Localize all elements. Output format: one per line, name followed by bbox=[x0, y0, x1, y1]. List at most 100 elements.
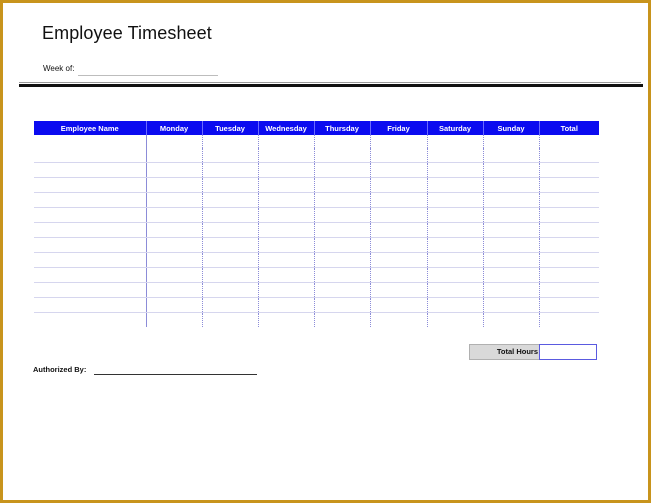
hours-cell[interactable] bbox=[483, 312, 540, 327]
employee-name-cell[interactable] bbox=[34, 177, 147, 193]
hours-cell[interactable] bbox=[370, 162, 428, 178]
hours-cell[interactable] bbox=[258, 312, 315, 327]
hours-cell[interactable] bbox=[427, 148, 484, 163]
hours-cell[interactable] bbox=[258, 148, 315, 163]
hours-cell[interactable] bbox=[202, 177, 259, 193]
hours-cell[interactable] bbox=[539, 222, 599, 238]
employee-name-cell[interactable] bbox=[34, 162, 147, 178]
hours-cell[interactable] bbox=[258, 282, 315, 298]
hours-cell[interactable] bbox=[258, 222, 315, 238]
hours-cell[interactable] bbox=[258, 297, 315, 313]
hours-cell[interactable] bbox=[146, 237, 203, 253]
hours-cell[interactable] bbox=[146, 252, 203, 268]
hours-cell[interactable] bbox=[539, 162, 599, 178]
hours-cell[interactable] bbox=[427, 297, 484, 313]
hours-cell[interactable] bbox=[146, 297, 203, 313]
hours-cell[interactable] bbox=[258, 192, 315, 208]
hours-cell[interactable] bbox=[370, 297, 428, 313]
hours-cell[interactable] bbox=[258, 207, 315, 223]
hours-cell[interactable] bbox=[427, 312, 484, 327]
hours-cell[interactable] bbox=[314, 267, 371, 283]
hours-cell[interactable] bbox=[539, 313, 599, 328]
hours-cell[interactable] bbox=[314, 192, 371, 208]
hours-cell[interactable] bbox=[146, 192, 203, 208]
hours-cell[interactable] bbox=[370, 312, 428, 327]
hours-cell[interactable] bbox=[314, 162, 371, 178]
hours-cell[interactable] bbox=[483, 282, 540, 298]
hours-cell[interactable] bbox=[427, 177, 484, 193]
hours-cell[interactable] bbox=[370, 282, 428, 298]
hours-cell[interactable] bbox=[539, 177, 599, 193]
employee-name-cell[interactable] bbox=[34, 192, 147, 208]
hours-cell[interactable] bbox=[539, 297, 599, 313]
hours-cell[interactable] bbox=[202, 222, 259, 238]
hours-cell[interactable] bbox=[202, 207, 259, 223]
hours-cell[interactable] bbox=[427, 237, 484, 253]
hours-cell[interactable] bbox=[258, 267, 315, 283]
hours-cell[interactable] bbox=[370, 252, 428, 268]
hours-cell[interactable] bbox=[539, 192, 599, 208]
week-of-field[interactable] bbox=[78, 75, 218, 76]
hours-cell[interactable] bbox=[146, 282, 203, 298]
hours-cell[interactable] bbox=[146, 267, 203, 283]
hours-cell[interactable] bbox=[146, 312, 203, 327]
hours-cell[interactable] bbox=[427, 162, 484, 178]
hours-cell[interactable] bbox=[202, 267, 259, 283]
hours-cell[interactable] bbox=[314, 237, 371, 253]
hours-cell[interactable] bbox=[314, 252, 371, 268]
hours-cell[interactable] bbox=[483, 177, 540, 193]
employee-name-cell[interactable] bbox=[34, 148, 147, 163]
hours-cell[interactable] bbox=[314, 282, 371, 298]
hours-cell[interactable] bbox=[427, 282, 484, 298]
hours-cell[interactable] bbox=[314, 207, 371, 223]
hours-cell[interactable] bbox=[370, 177, 428, 193]
hours-cell[interactable] bbox=[314, 177, 371, 193]
hours-cell[interactable] bbox=[483, 237, 540, 253]
hours-cell[interactable] bbox=[370, 207, 428, 223]
employee-name-cell[interactable] bbox=[34, 207, 147, 223]
hours-cell[interactable] bbox=[258, 237, 315, 253]
hours-cell[interactable] bbox=[483, 162, 540, 178]
hours-cell[interactable] bbox=[427, 222, 484, 238]
hours-cell[interactable] bbox=[539, 252, 599, 268]
hours-cell[interactable] bbox=[427, 192, 484, 208]
hours-cell[interactable] bbox=[258, 177, 315, 193]
hours-cell[interactable] bbox=[314, 222, 371, 238]
hours-cell[interactable] bbox=[258, 252, 315, 268]
hours-cell[interactable] bbox=[427, 252, 484, 268]
hours-cell[interactable] bbox=[146, 222, 203, 238]
hours-cell[interactable] bbox=[314, 297, 371, 313]
hours-cell[interactable] bbox=[539, 282, 599, 298]
employee-name-cell[interactable] bbox=[34, 267, 147, 283]
hours-cell[interactable] bbox=[202, 192, 259, 208]
hours-cell[interactable] bbox=[483, 207, 540, 223]
hours-cell[interactable] bbox=[539, 207, 599, 223]
hours-cell[interactable] bbox=[146, 207, 203, 223]
hours-cell[interactable] bbox=[370, 192, 428, 208]
hours-cell[interactable] bbox=[146, 177, 203, 193]
hours-cell[interactable] bbox=[258, 162, 315, 178]
hours-cell[interactable] bbox=[370, 237, 428, 253]
hours-cell[interactable] bbox=[427, 267, 484, 283]
employee-name-cell[interactable] bbox=[34, 282, 147, 298]
hours-cell[interactable] bbox=[370, 222, 428, 238]
hours-cell[interactable] bbox=[202, 252, 259, 268]
hours-cell[interactable] bbox=[370, 267, 428, 283]
hours-cell[interactable] bbox=[539, 267, 599, 283]
hours-cell[interactable] bbox=[427, 207, 484, 223]
hours-cell[interactable] bbox=[202, 148, 259, 163]
hours-cell[interactable] bbox=[483, 297, 540, 313]
hours-cell[interactable] bbox=[202, 237, 259, 253]
hours-cell[interactable] bbox=[202, 312, 259, 327]
hours-cell[interactable] bbox=[539, 237, 599, 253]
employee-name-cell[interactable] bbox=[34, 312, 147, 327]
hours-cell[interactable] bbox=[539, 148, 599, 163]
hours-cell[interactable] bbox=[483, 267, 540, 283]
hours-cell[interactable] bbox=[314, 312, 371, 327]
hours-cell[interactable] bbox=[483, 252, 540, 268]
hours-cell[interactable] bbox=[202, 162, 259, 178]
authorized-by-field[interactable] bbox=[94, 374, 257, 375]
hours-cell[interactable] bbox=[146, 148, 203, 163]
employee-name-cell[interactable] bbox=[34, 237, 147, 253]
hours-cell[interactable] bbox=[483, 192, 540, 208]
